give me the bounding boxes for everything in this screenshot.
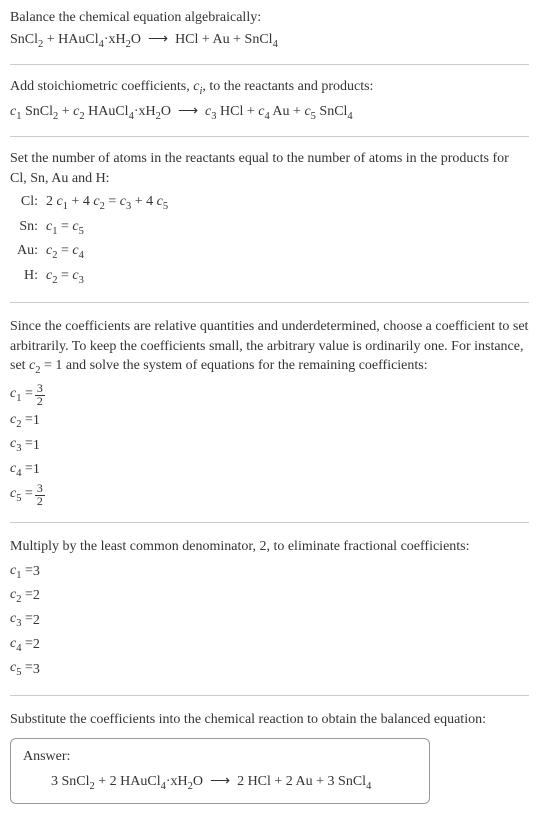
- coefficient-lhs: c2 =: [10, 585, 33, 607]
- coefficient-list-integer: c1 = 3c2 = 2c3 = 2c4 = 2c5 = 3: [10, 561, 529, 681]
- intro-text-4: Since the coefficients are relative quan…: [10, 317, 529, 379]
- coefficient-value: 1: [33, 436, 40, 456]
- coefficient-value: 3: [33, 562, 40, 582]
- coefficient-list-fractional: c1 = 32c2 = 1c3 = 1c4 = 1c5 = 32: [10, 383, 529, 508]
- coefficient-row: c2 = 2: [10, 585, 529, 607]
- intro-text-3: Set the number of atoms in the reactants…: [10, 149, 529, 188]
- coefficient-value: 2: [33, 586, 40, 606]
- coefficient-lhs: c5 =: [10, 658, 33, 680]
- coefficient-lhs: c3 =: [10, 609, 33, 631]
- equation-with-coefficients: c1 SnCl2 + c2 HAuCl4·xH2O ⟶ c3 HCl + c4 …: [10, 102, 529, 124]
- fraction-denominator: 2: [35, 496, 45, 508]
- answer-label: Answer:: [23, 747, 417, 767]
- answer-box: Answer: 3 SnCl2 + 2 HAuCl4·xH2O ⟶ 2 HCl …: [10, 738, 430, 804]
- coefficient-lhs: c5 =: [10, 484, 33, 506]
- atom-label: Au:: [14, 241, 46, 261]
- atom-equation: c2 = c3: [46, 266, 84, 288]
- intro-text-6: Substitute the coefficients into the che…: [10, 710, 529, 730]
- section-answer: Substitute the coefficients into the che…: [10, 710, 529, 804]
- coefficient-row: c3 = 2: [10, 609, 529, 631]
- section-multiply-lcm: Multiply by the least common denominator…: [10, 537, 529, 696]
- fraction: 32: [35, 383, 45, 408]
- atom-equation-row: Sn:c1 = c5: [14, 217, 529, 239]
- coefficient-value: 1: [33, 411, 40, 431]
- coefficient-value: 2: [33, 635, 40, 655]
- section-add-coefficients: Add stoichiometric coefficients, ci, to …: [10, 77, 529, 137]
- equation-unbalanced: SnCl2 + HAuCl4·xH2O ⟶ HCl + Au + SnCl4: [10, 30, 529, 52]
- coefficient-lhs: c4 =: [10, 634, 33, 656]
- coefficient-lhs: c1 =: [10, 561, 33, 583]
- section-balance-intro: Balance the chemical equation algebraica…: [10, 8, 529, 65]
- coefficient-value: 1: [33, 460, 40, 480]
- atom-equation-row: Cl:2 c1 + 4 c2 = c3 + 4 c5: [14, 192, 529, 214]
- coefficient-row: c3 = 1: [10, 434, 529, 456]
- atom-equation-row: Au:c2 = c4: [14, 241, 529, 263]
- atom-equation-row: H:c2 = c3: [14, 266, 529, 288]
- coefficient-value: 3: [33, 660, 40, 680]
- coefficient-value: 2: [33, 611, 40, 631]
- coefficient-row: c5 = 32: [10, 483, 529, 508]
- coefficient-lhs: c1 =: [10, 384, 33, 406]
- section-solve-fractional: Since the coefficients are relative quan…: [10, 317, 529, 523]
- atom-label: Cl:: [14, 192, 46, 212]
- fraction: 32: [35, 483, 45, 508]
- fraction-denominator: 2: [35, 396, 45, 408]
- atom-equation-table: Cl:2 c1 + 4 c2 = c3 + 4 c5Sn:c1 = c5Au:c…: [14, 192, 529, 288]
- coefficient-row: c1 = 3: [10, 561, 529, 583]
- coefficient-row: c2 = 1: [10, 410, 529, 432]
- intro-text-1: Balance the chemical equation algebraica…: [10, 8, 529, 28]
- coefficient-row: c1 = 32: [10, 383, 529, 408]
- atom-label: H:: [14, 266, 46, 286]
- coefficient-row: c5 = 3: [10, 658, 529, 680]
- intro-text-5: Multiply by the least common denominator…: [10, 537, 529, 557]
- coefficient-lhs: c2 =: [10, 410, 33, 432]
- answer-equation: 3 SnCl2 + 2 HAuCl4·xH2O ⟶ 2 HCl + 2 Au +…: [23, 772, 417, 794]
- intro-text-2: Add stoichiometric coefficients, ci, to …: [10, 77, 529, 99]
- coefficient-row: c4 = 1: [10, 459, 529, 481]
- atom-equation: c1 = c5: [46, 217, 84, 239]
- atom-equation: 2 c1 + 4 c2 = c3 + 4 c5: [46, 192, 168, 214]
- atom-equation: c2 = c4: [46, 241, 84, 263]
- atom-label: Sn:: [14, 217, 46, 237]
- section-atom-equations: Set the number of atoms in the reactants…: [10, 149, 529, 303]
- coefficient-row: c4 = 2: [10, 634, 529, 656]
- coefficient-lhs: c3 =: [10, 434, 33, 456]
- coefficient-lhs: c4 =: [10, 459, 33, 481]
